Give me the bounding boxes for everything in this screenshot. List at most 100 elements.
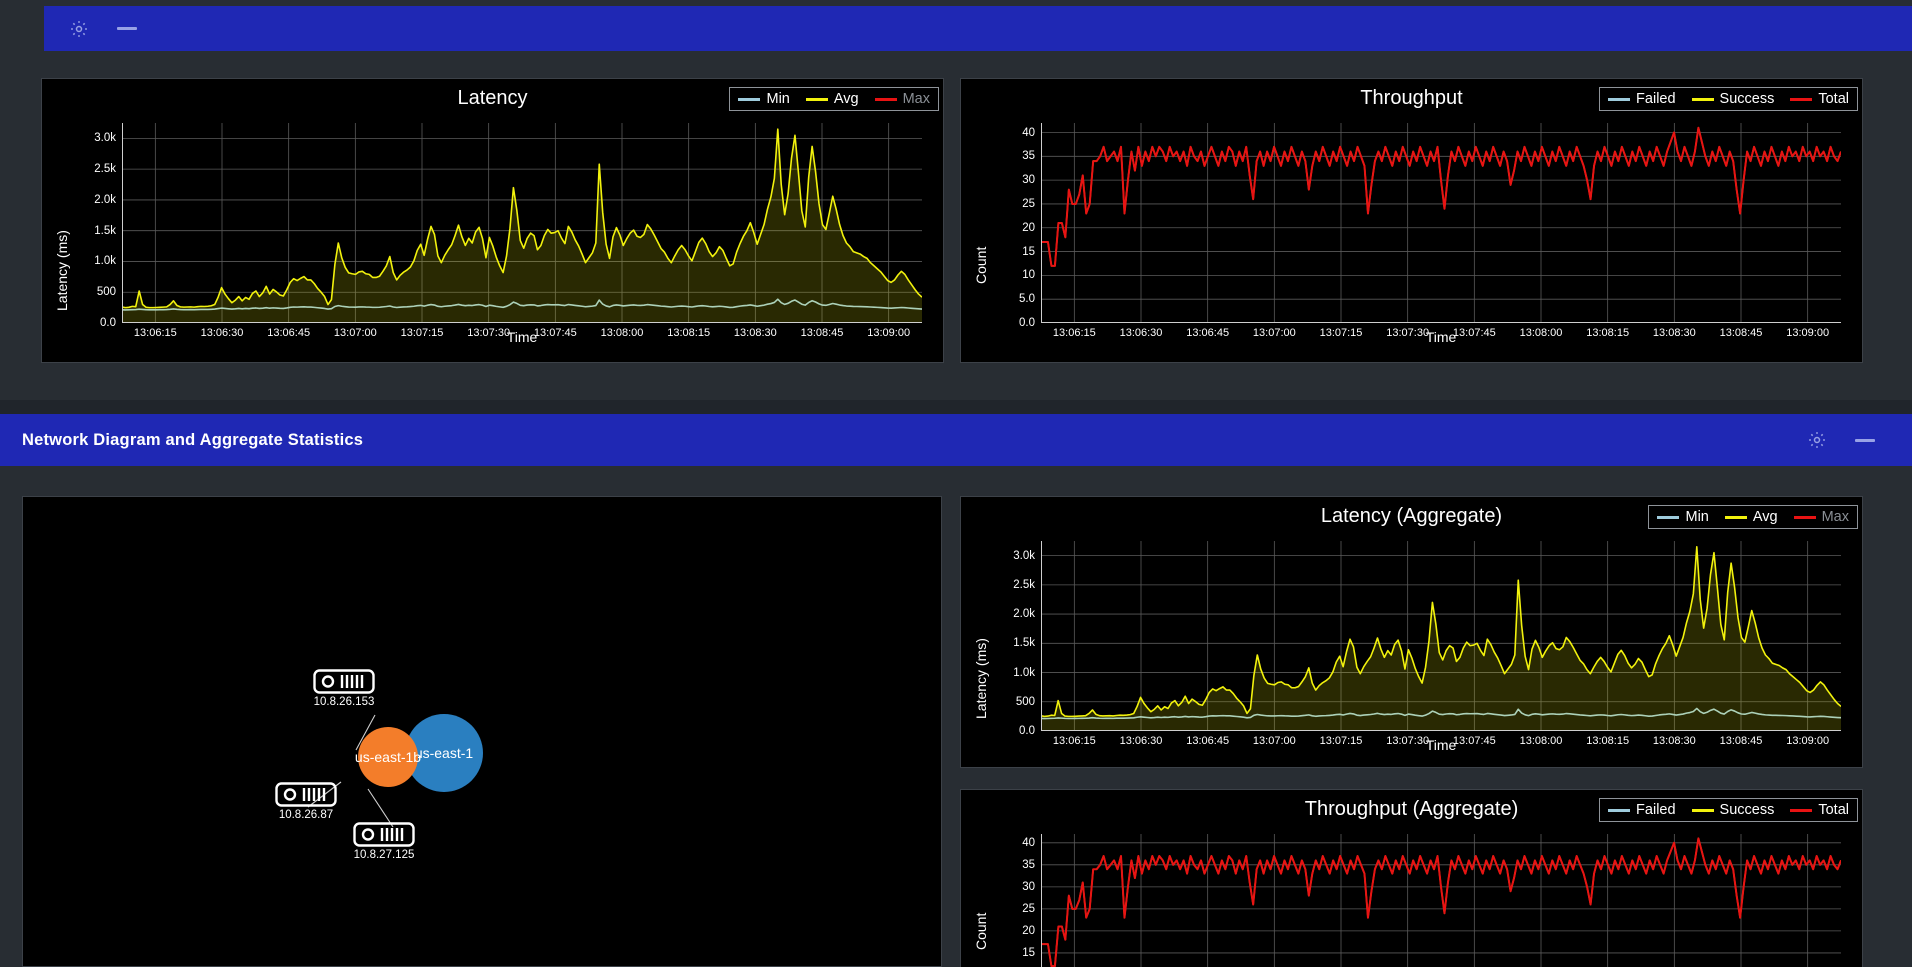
- y-tick-label: 0.0: [1019, 725, 1035, 737]
- network-node-az[interactable]: us-east-1b: [358, 727, 418, 787]
- legend-item-success[interactable]: Success: [1692, 91, 1775, 107]
- panel-metrics: Latency Min Avg Max Latency (ms) 0.05001…: [0, 0, 1912, 400]
- y-tick-label: 500: [1016, 696, 1035, 708]
- chart-card-latency-aggregate: Latency (Aggregate) Min Avg Max Latency …: [960, 496, 1863, 768]
- x-axis-label-latency-aggregate: Time: [1041, 737, 1841, 753]
- x-axis-label-throughput: Time: [1041, 329, 1841, 345]
- chart-card-throughput: Throughput Failed Success Total Count 0.…: [960, 78, 1863, 363]
- y-axis-label-throughput-aggregate: Count: [973, 913, 989, 950]
- legend-item-failed[interactable]: Failed: [1608, 91, 1676, 107]
- legend-swatch-total: [1790, 809, 1812, 812]
- y-tick-label: 1.0k: [94, 255, 116, 267]
- plot-latency-aggregate: 0.05001.0k1.5k2.0k2.5k3.0k13:06:1513:06:…: [1041, 541, 1841, 731]
- y-axis-label-latency-aggregate: Latency (ms): [973, 638, 989, 719]
- y-tick-label: 15: [1022, 947, 1035, 959]
- gear-icon[interactable]: [68, 18, 90, 40]
- y-tick-label: 0.0: [100, 317, 116, 329]
- legend-label-failed: Failed: [1636, 91, 1676, 107]
- dashboard-page: Latency Min Avg Max Latency (ms) 0.05001…: [0, 0, 1912, 967]
- legend-label-avg: Avg: [1753, 509, 1778, 525]
- y-tick-label: 25: [1022, 198, 1035, 210]
- y-tick-label: 2.5k: [94, 163, 116, 175]
- minimize-icon[interactable]: [1854, 429, 1876, 451]
- x-axis-label-latency: Time: [122, 329, 922, 345]
- host-node[interactable]: 10.8.26.87: [275, 782, 337, 821]
- legend-swatch-total: [1790, 98, 1812, 101]
- minimize-icon[interactable]: [116, 18, 138, 40]
- legend-label-total: Total: [1818, 802, 1849, 818]
- y-tick-label: 3.0k: [1013, 550, 1035, 562]
- legend-item-min[interactable]: Min: [738, 91, 789, 107]
- legend-latency-aggregate[interactable]: Min Avg Max: [1648, 505, 1858, 529]
- plot-throughput-aggregate: 152025303540: [1041, 834, 1841, 967]
- y-tick-label: 3.0k: [94, 132, 116, 144]
- legend-item-success[interactable]: Success: [1692, 802, 1775, 818]
- legend-label-success: Success: [1720, 802, 1775, 818]
- plot-throughput: 0.05.01015202530354013:06:1513:06:3013:0…: [1041, 123, 1841, 323]
- y-tick-label: 1.5k: [94, 225, 116, 237]
- network-diagram[interactable]: 10.8.26.153: [22, 496, 942, 967]
- legend-swatch-min: [738, 98, 760, 101]
- legend-throughput-aggregate[interactable]: Failed Success Total: [1599, 798, 1858, 822]
- legend-swatch-max: [1794, 516, 1816, 519]
- legend-label-min: Min: [766, 91, 789, 107]
- y-tick-label: 2.0k: [1013, 608, 1035, 620]
- host-ip-label: 10.8.26.87: [279, 809, 333, 821]
- legend-label-failed: Failed: [1636, 802, 1676, 818]
- legend-item-max[interactable]: Max: [875, 91, 930, 107]
- y-tick-label: 30: [1022, 174, 1035, 186]
- chart-card-throughput-aggregate: Throughput (Aggregate) Failed Success To…: [960, 789, 1863, 967]
- y-tick-label: 40: [1022, 127, 1035, 139]
- legend-label-max: Max: [1822, 509, 1849, 525]
- gear-icon[interactable]: [1806, 429, 1828, 451]
- legend-item-max[interactable]: Max: [1794, 509, 1849, 525]
- plot-latency: 0.05001.0k1.5k2.0k2.5k3.0k13:06:1513:06:…: [122, 123, 922, 323]
- y-tick-label: 35: [1022, 859, 1035, 871]
- legend-swatch-success: [1692, 809, 1714, 812]
- y-tick-label: 1.0k: [1013, 667, 1035, 679]
- chart-card-latency: Latency Min Avg Max Latency (ms) 0.05001…: [41, 78, 944, 363]
- server-icon: [353, 822, 415, 847]
- legend-swatch-success: [1692, 98, 1714, 101]
- server-icon: [313, 669, 375, 694]
- legend-item-failed[interactable]: Failed: [1608, 802, 1676, 818]
- legend-label-success: Success: [1720, 91, 1775, 107]
- y-axis-label-latency: Latency (ms): [54, 230, 70, 311]
- network-edges: [23, 497, 942, 967]
- y-tick-label: 10: [1022, 269, 1035, 281]
- y-tick-label: 30: [1022, 881, 1035, 893]
- legend-item-min[interactable]: Min: [1657, 509, 1708, 525]
- legend-item-avg[interactable]: Avg: [806, 91, 859, 107]
- network-node-label: us-east-1: [415, 745, 473, 761]
- panel-divider: [0, 400, 1912, 414]
- legend-throughput[interactable]: Failed Success Total: [1599, 87, 1858, 111]
- server-icon: [275, 782, 337, 807]
- legend-item-total[interactable]: Total: [1790, 802, 1849, 818]
- y-tick-label: 2.5k: [1013, 579, 1035, 591]
- network-node-label: us-east-1b: [355, 749, 421, 765]
- host-node[interactable]: 10.8.26.153: [313, 669, 375, 708]
- y-tick-label: 2.0k: [94, 194, 116, 206]
- y-tick-label: 15: [1022, 246, 1035, 258]
- y-tick-label: 20: [1022, 222, 1035, 234]
- y-tick-label: 35: [1022, 150, 1035, 162]
- legend-swatch-min: [1657, 516, 1679, 519]
- host-node[interactable]: 10.8.27.125: [353, 822, 415, 861]
- legend-label-total: Total: [1818, 91, 1849, 107]
- panel-metrics-header: [44, 6, 1912, 51]
- y-tick-label: 20: [1022, 925, 1035, 937]
- y-tick-label: 500: [97, 286, 116, 298]
- y-tick-label: 40: [1022, 837, 1035, 849]
- legend-swatch-failed: [1608, 809, 1630, 812]
- panel-network-header: Network Diagram and Aggregate Statistics: [0, 414, 1912, 466]
- legend-latency[interactable]: Min Avg Max: [729, 87, 939, 111]
- y-axis-label-throughput: Count: [973, 247, 989, 284]
- y-tick-label: 5.0: [1019, 293, 1035, 305]
- legend-item-total[interactable]: Total: [1790, 91, 1849, 107]
- legend-label-max: Max: [903, 91, 930, 107]
- legend-label-min: Min: [1685, 509, 1708, 525]
- y-tick-label: 0.0: [1019, 317, 1035, 329]
- legend-item-avg[interactable]: Avg: [1725, 509, 1778, 525]
- y-tick-label: 25: [1022, 903, 1035, 915]
- legend-swatch-failed: [1608, 98, 1630, 101]
